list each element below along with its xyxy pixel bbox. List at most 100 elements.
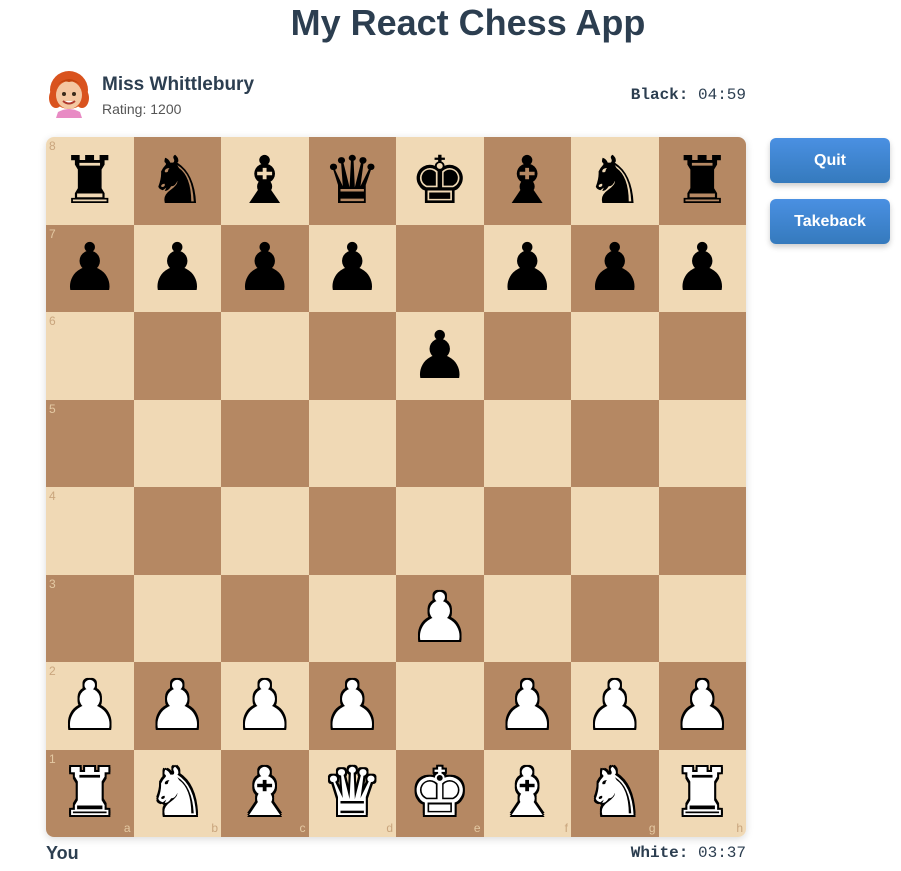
square-d2[interactable]: ♟: [308, 662, 396, 750]
square-g8[interactable]: ♞: [571, 137, 659, 225]
square-g2[interactable]: ♟: [571, 662, 659, 750]
square-e8[interactable]: ♚: [396, 137, 484, 225]
white-pawn-icon[interactable]: ♟: [498, 672, 557, 739]
square-d4[interactable]: [308, 487, 396, 575]
white-pawn-icon[interactable]: ♟: [235, 672, 294, 739]
square-b5[interactable]: [133, 399, 221, 487]
square-c5[interactable]: [221, 399, 309, 487]
square-h8[interactable]: ♜: [658, 137, 746, 225]
square-h6[interactable]: [658, 312, 746, 400]
square-a5[interactable]: 5: [46, 399, 134, 487]
black-pawn-icon[interactable]: ♟: [498, 235, 557, 301]
square-b8[interactable]: ♞: [133, 137, 221, 225]
square-a2[interactable]: 2 ♟: [46, 662, 134, 750]
white-rook-icon[interactable]: ♜: [673, 760, 732, 826]
black-pawn-icon[interactable]: ♟: [410, 322, 469, 389]
square-b3[interactable]: [133, 574, 221, 662]
black-king-icon[interactable]: ♚: [410, 147, 469, 214]
square-e6[interactable]: ♟: [396, 312, 484, 400]
square-g6[interactable]: [571, 312, 659, 400]
square-h2[interactable]: ♟: [658, 662, 746, 750]
square-f5[interactable]: [483, 399, 571, 487]
square-b2[interactable]: ♟: [133, 662, 221, 750]
white-king-icon[interactable]: ♚: [410, 760, 469, 826]
square-h5[interactable]: [658, 399, 746, 487]
black-bishop-icon[interactable]: ♝: [498, 147, 557, 214]
square-f8[interactable]: ♝: [483, 137, 571, 225]
white-pawn-icon[interactable]: ♟: [673, 672, 732, 739]
black-pawn-icon[interactable]: ♟: [60, 235, 119, 301]
black-pawn-icon[interactable]: ♟: [148, 235, 207, 301]
square-a3[interactable]: 3: [46, 574, 134, 662]
square-a4[interactable]: 4: [46, 487, 134, 575]
square-a7[interactable]: 7 ♟: [46, 224, 134, 312]
takeback-button[interactable]: Takeback: [770, 199, 890, 244]
chess-board[interactable]: 8 ♜ ♞ ♝ ♛ ♚ ♝ ♞ ♜ 7 ♟ ♟ ♟ ♟ ♟ ♟ ♟ 6 ♟ 5 4 3 ♟ 2 ♟ ♟ ♟ ♟ ♟ ♟ ♟ 1 a ♜ b ♞ c ♝ d ♛…: [46, 137, 746, 837]
square-e3[interactable]: ♟: [396, 574, 484, 662]
white-bishop-icon[interactable]: ♝: [235, 760, 294, 826]
square-e2[interactable]: [396, 662, 484, 750]
square-h4[interactable]: [658, 487, 746, 575]
square-h3[interactable]: [658, 574, 746, 662]
square-g7[interactable]: ♟: [571, 224, 659, 312]
black-knight-icon[interactable]: ♞: [585, 147, 644, 214]
square-b4[interactable]: [133, 487, 221, 575]
white-pawn-icon[interactable]: ♟: [323, 672, 382, 739]
square-h1[interactable]: h ♜: [658, 749, 746, 837]
white-rook-icon[interactable]: ♜: [60, 760, 119, 826]
square-e1[interactable]: e ♚: [396, 749, 484, 837]
square-f6[interactable]: [483, 312, 571, 400]
square-f4[interactable]: [483, 487, 571, 575]
square-c2[interactable]: ♟: [221, 662, 309, 750]
black-pawn-icon[interactable]: ♟: [235, 235, 294, 301]
square-e5[interactable]: [396, 399, 484, 487]
black-pawn-icon[interactable]: ♟: [323, 235, 382, 301]
square-c7[interactable]: ♟: [221, 224, 309, 312]
square-h7[interactable]: ♟: [658, 224, 746, 312]
black-rook-icon[interactable]: ♜: [673, 147, 732, 214]
square-d1[interactable]: d ♛: [308, 749, 396, 837]
quit-button[interactable]: Quit: [770, 138, 890, 183]
square-g5[interactable]: [571, 399, 659, 487]
rank-label: 5: [49, 401, 56, 416]
black-knight-icon[interactable]: ♞: [148, 147, 207, 214]
square-f2[interactable]: ♟: [483, 662, 571, 750]
black-queen-icon[interactable]: ♛: [323, 147, 382, 214]
white-pawn-icon[interactable]: ♟: [410, 585, 469, 651]
white-knight-icon[interactable]: ♞: [148, 760, 207, 826]
square-a1[interactable]: 1 a ♜: [46, 749, 134, 837]
square-b1[interactable]: b ♞: [133, 749, 221, 837]
square-f7[interactable]: ♟: [483, 224, 571, 312]
square-d8[interactable]: ♛: [308, 137, 396, 225]
square-g3[interactable]: [571, 574, 659, 662]
white-pawn-icon[interactable]: ♟: [60, 672, 119, 739]
square-c8[interactable]: ♝: [221, 137, 309, 225]
white-bishop-icon[interactable]: ♝: [498, 760, 557, 826]
square-c4[interactable]: [221, 487, 309, 575]
white-pawn-icon[interactable]: ♟: [585, 672, 644, 739]
black-pawn-icon[interactable]: ♟: [673, 235, 732, 301]
black-bishop-icon[interactable]: ♝: [235, 147, 294, 214]
square-c3[interactable]: [221, 574, 309, 662]
square-c6[interactable]: [221, 312, 309, 400]
black-pawn-icon[interactable]: ♟: [585, 235, 644, 301]
square-a6[interactable]: 6: [46, 312, 134, 400]
square-b6[interactable]: [133, 312, 221, 400]
square-b7[interactable]: ♟: [133, 224, 221, 312]
square-g1[interactable]: g ♞: [571, 749, 659, 837]
square-d3[interactable]: [308, 574, 396, 662]
square-f1[interactable]: f ♝: [483, 749, 571, 837]
white-knight-icon[interactable]: ♞: [585, 760, 644, 826]
square-g4[interactable]: [571, 487, 659, 575]
square-d5[interactable]: [308, 399, 396, 487]
square-d7[interactable]: ♟: [308, 224, 396, 312]
square-e7[interactable]: [396, 224, 484, 312]
white-queen-icon[interactable]: ♛: [323, 760, 382, 826]
white-pawn-icon[interactable]: ♟: [148, 672, 207, 739]
black-rook-icon[interactable]: ♜: [60, 147, 119, 214]
square-e4[interactable]: [396, 487, 484, 575]
square-d6[interactable]: [308, 312, 396, 400]
square-f3[interactable]: [483, 574, 571, 662]
square-c1[interactable]: c ♝: [221, 749, 309, 837]
square-a8[interactable]: 8 ♜: [46, 137, 134, 225]
